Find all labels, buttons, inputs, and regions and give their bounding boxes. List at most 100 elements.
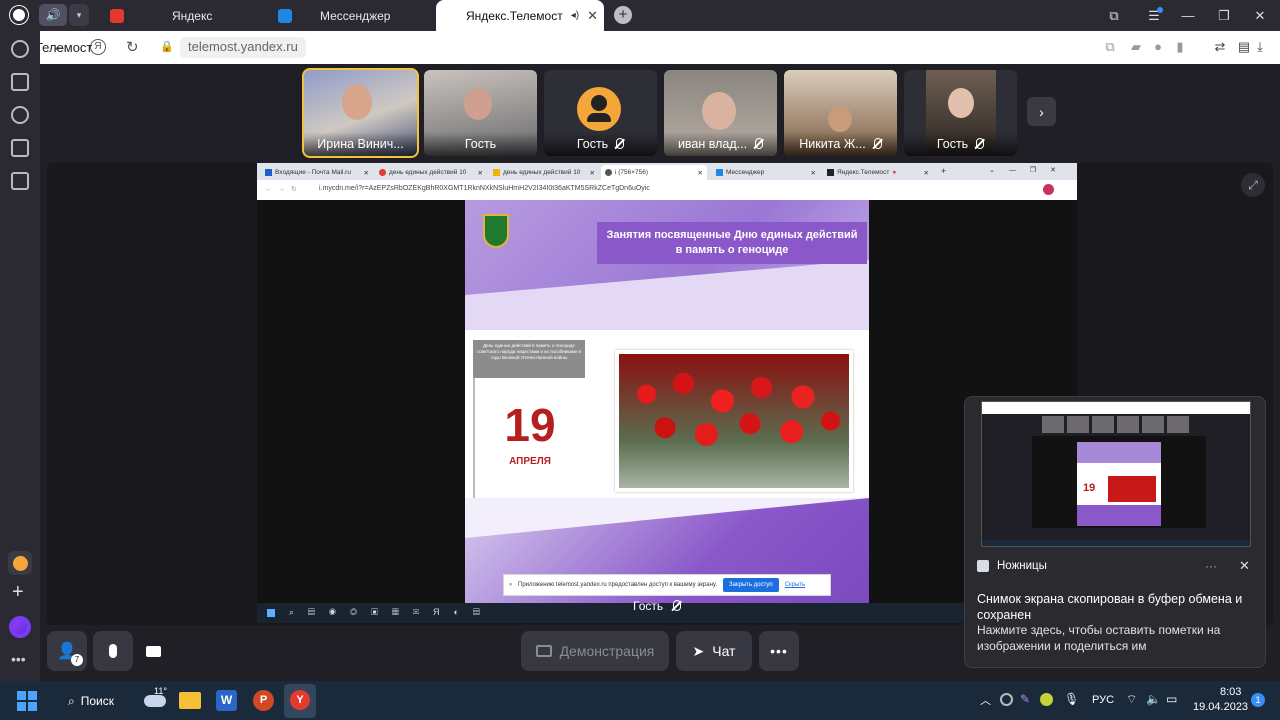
- menu-icon[interactable]: ☰: [1136, 0, 1172, 31]
- download-icon[interactable]: ⤓: [1252, 39, 1268, 55]
- participant-label: Гость: [544, 132, 657, 156]
- participant-name: Гость: [936, 137, 969, 151]
- tab-telemost[interactable]: Яндекс.Телемост ◂) ✕: [436, 0, 604, 31]
- notification-body: Нажмите здесь, чтобы оставить пометки на…: [977, 623, 1221, 653]
- slide-month: АПРЕЛЯ: [509, 456, 551, 467]
- number-icon[interactable]: [11, 139, 29, 157]
- mic-off-icon: [974, 138, 985, 150]
- notification-close-icon[interactable]: ✕: [1239, 558, 1250, 574]
- participant-tile[interactable]: Никита Ж...: [784, 70, 897, 156]
- demonstration-label: Демонстрация: [559, 643, 655, 659]
- microphone-icon: [109, 644, 117, 658]
- participant-tile[interactable]: Ирина Винич...: [302, 68, 419, 158]
- bookmark-icon[interactable]: ▮: [1172, 39, 1188, 55]
- snip-notification[interactable]: 19 Ножницы ··· ✕ Снимок экрана скопирова…: [964, 396, 1266, 668]
- participant-name: Никита Ж...: [799, 137, 866, 151]
- tray-mic-icon[interactable]: 🎙: [1064, 692, 1079, 706]
- slide-image: Занятия посвященные Дню единых действий …: [465, 200, 869, 604]
- notification-app-name: Ножницы: [997, 560, 1047, 572]
- wifi-icon[interactable]: ⌔: [1126, 692, 1137, 707]
- tab-messenger[interactable]: Мессенджер: [268, 0, 436, 31]
- battery-icon[interactable]: ▭: [1166, 692, 1177, 706]
- microphone-button[interactable]: [93, 631, 133, 671]
- camera-icon[interactable]: ▰: [1128, 39, 1144, 55]
- tab-yandex[interactable]: Яндекс: [100, 0, 268, 31]
- yandex-browser-logo: Y: [290, 690, 310, 710]
- invite-button[interactable]: 👤 7: [47, 631, 87, 671]
- thumb-browser-bar: [982, 402, 1250, 414]
- more-options-button[interactable]: •••: [759, 631, 799, 671]
- camera-icon: [145, 645, 161, 657]
- input-language[interactable]: РУС: [1092, 694, 1114, 706]
- clock-date[interactable]: 19.04.2023: [1193, 701, 1248, 713]
- add-panel-icon[interactable]: +: [12, 581, 24, 604]
- close-window-button[interactable]: ✕: [1242, 0, 1278, 31]
- address-bar: ← Я ↻ 🔒 telemost.yandex.ru Яндекс.Телемо…: [0, 31, 1280, 64]
- shared-tab-label: день единых действий 10: [503, 169, 581, 176]
- tabs-icon[interactable]: ⧉: [1096, 0, 1132, 31]
- participant-tile[interactable]: Гость: [424, 70, 537, 156]
- send-icon: ➤: [692, 642, 705, 659]
- video-icon[interactable]: [11, 106, 29, 124]
- maximize-button[interactable]: ❐: [1206, 0, 1242, 31]
- shared-tab-label: i (756×756): [615, 169, 649, 176]
- clock-time[interactable]: 8:03: [1220, 686, 1241, 698]
- tray-pen-icon[interactable]: ✎: [1020, 692, 1030, 706]
- powerpoint-icon[interactable]: P: [253, 690, 274, 711]
- weather-app-icon[interactable]: [8, 551, 32, 575]
- screen-share-icon: [535, 645, 552, 657]
- taskbar-search[interactable]: ⌕ Поиск: [58, 689, 128, 713]
- new-tab-button[interactable]: +: [614, 6, 632, 24]
- translate-icon[interactable]: ⇄: [1212, 39, 1228, 55]
- windows-start-icon[interactable]: [17, 691, 37, 711]
- shared-tab-label: день единых действий 10: [389, 169, 467, 176]
- tray-app-icon[interactable]: [1040, 693, 1053, 706]
- participant-label: Гость: [424, 132, 537, 156]
- volume-icon[interactable]: 🔈: [1146, 692, 1161, 706]
- collections-icon[interactable]: [11, 73, 29, 91]
- shared-address-bar: ←→↻ i.mycdn.me/i?r=AzEPZsRbOZEKgBhR0XGMT…: [257, 180, 1077, 200]
- file-explorer-icon[interactable]: [179, 692, 201, 709]
- chat-button[interactable]: ➤ Чат: [676, 631, 752, 671]
- speaker-icon[interactable]: ◂): [571, 10, 579, 21]
- shared-tab: день единых действий 10 ✕: [375, 165, 487, 180]
- participant-tile[interactable]: иван влад...: [664, 70, 777, 156]
- face-shape: [948, 88, 974, 118]
- next-participants-button[interactable]: ›: [1027, 97, 1056, 126]
- history-icon[interactable]: [11, 40, 29, 58]
- access-bar-icon: ⏸: [509, 581, 513, 588]
- tray-chevron-icon[interactable]: ︿: [980, 692, 991, 708]
- participant-name: иван влад...: [677, 137, 748, 151]
- shared-nav-icons: ←→↻: [265, 186, 303, 193]
- access-bar-text: Приложению telemost.yandex.ru предоставл…: [518, 582, 717, 588]
- shared-profile-icon: [1043, 184, 1054, 195]
- reader-icon[interactable]: ▤: [1236, 39, 1252, 55]
- hide-access-link: Скрыть: [784, 582, 806, 588]
- mic-off-icon: [872, 138, 882, 150]
- chevron-down-icon[interactable]: ▾: [69, 4, 89, 26]
- audio-tab-button[interactable]: 🔊: [39, 4, 67, 26]
- profile-icon[interactable]: [10, 6, 28, 24]
- microphone-icon[interactable]: ●: [1150, 39, 1166, 55]
- alice-icon[interactable]: [9, 616, 31, 638]
- fullscreen-icon[interactable]: ⤢: [1241, 173, 1265, 197]
- shared-url: i.mycdn.me/i?r=AzEPZsRbOZEKgBhR0XGMT1Rkn…: [319, 185, 650, 192]
- windows-taskbar: ⌕ Поиск 11° W P Y ︿ ✎ 🎙 РУС ⌔ 🔈 ▭ 8:03 1…: [0, 681, 1280, 720]
- participant-tile[interactable]: Гость: [544, 70, 657, 156]
- screen-share-icon[interactable]: ⧉: [1102, 39, 1118, 55]
- participant-tile[interactable]: Гость: [904, 70, 1017, 156]
- word-icon[interactable]: W: [216, 690, 237, 711]
- shared-taskbar-icons: ⌕▤◉◎▣▦✉Я◐▤: [289, 607, 494, 617]
- notification-more-icon[interactable]: ···: [1205, 559, 1217, 573]
- demonstration-button[interactable]: Демонстрация: [521, 631, 669, 671]
- slide-small-caption: День единых действий в память о геноциде…: [476, 343, 582, 360]
- weather-icon[interactable]: [144, 695, 166, 707]
- image-icon[interactable]: [11, 172, 29, 190]
- minimize-button[interactable]: —: [1170, 0, 1206, 31]
- more-icon[interactable]: •••: [11, 651, 26, 667]
- camera-button[interactable]: [133, 631, 173, 671]
- notification-count-badge[interactable]: 1: [1251, 693, 1265, 707]
- tray-sync-icon[interactable]: [1000, 693, 1013, 706]
- slide-heading: Занятия посвященные Дню единых действий …: [606, 229, 858, 256]
- close-tab-icon[interactable]: ✕: [587, 8, 598, 24]
